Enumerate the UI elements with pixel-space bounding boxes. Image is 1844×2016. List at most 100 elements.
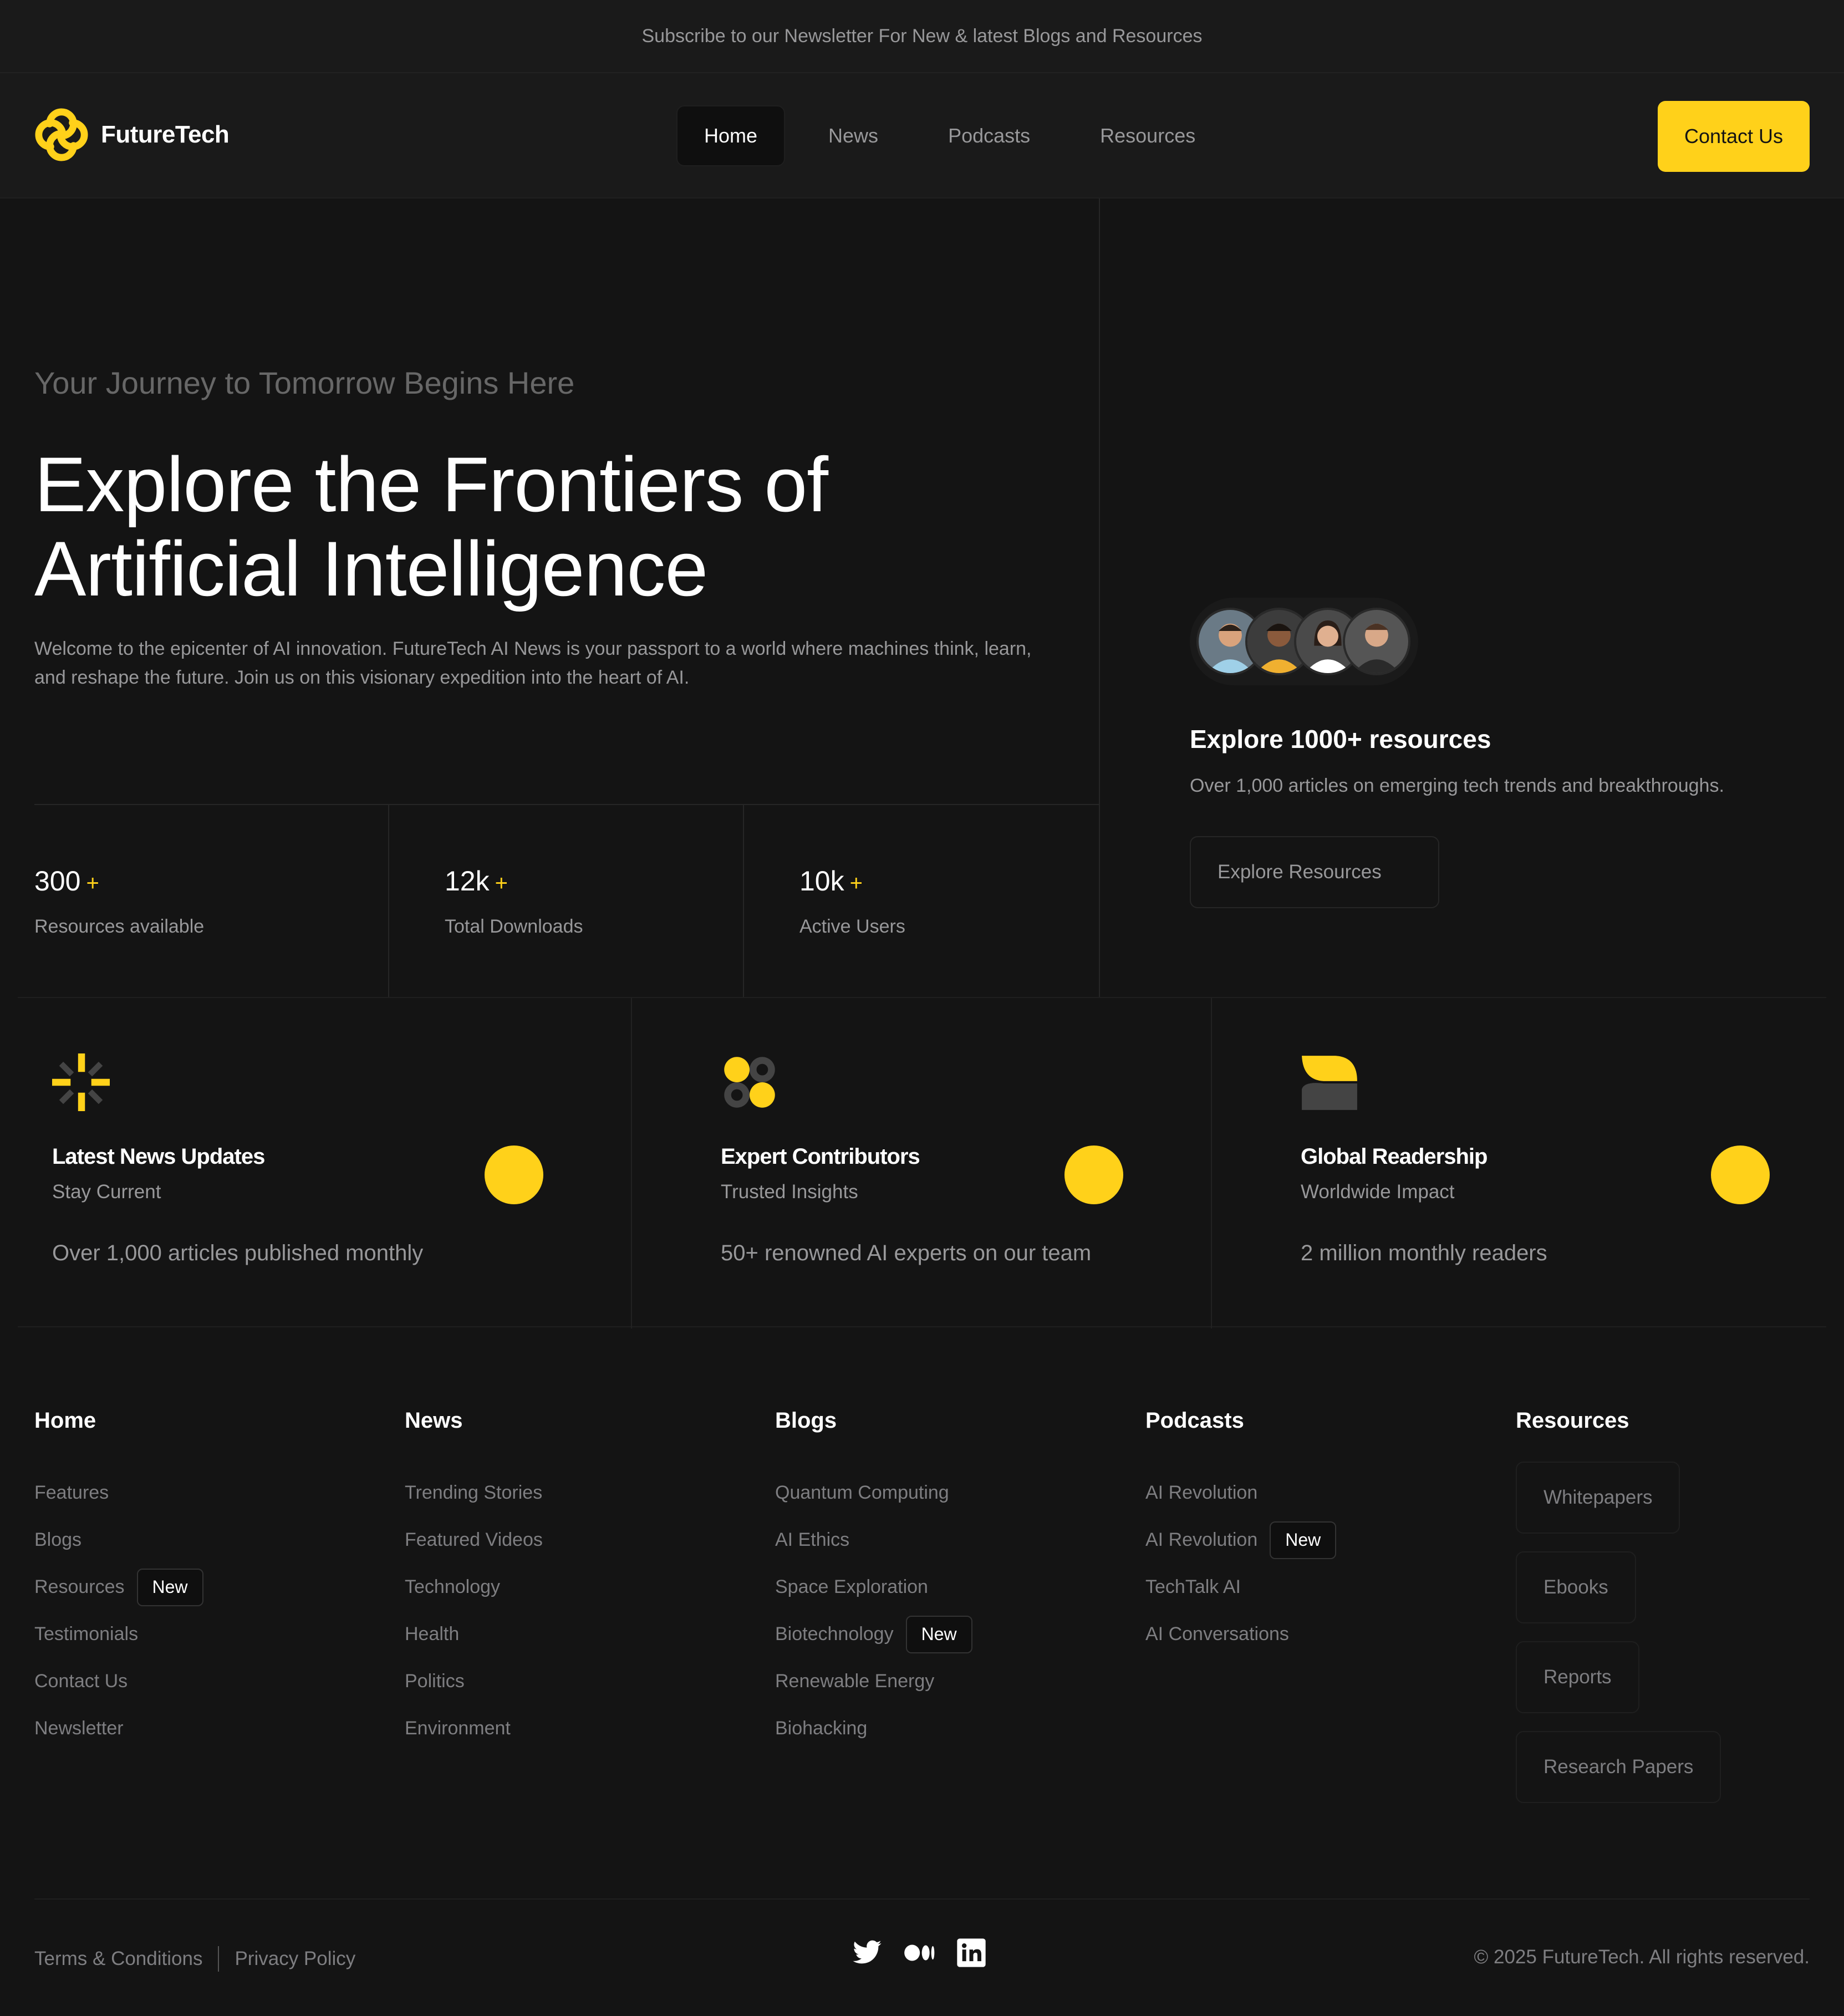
footer-link[interactable]: Features — [34, 1469, 203, 1516]
feature-latest-news: Latest News Updates Stay Current Over 1,… — [18, 998, 632, 1328]
contact-us-button[interactable]: Contact Us — [1658, 101, 1810, 172]
explore-resources-button[interactable]: Explore Resources — [1190, 836, 1439, 908]
nav-podcasts[interactable]: Podcasts — [921, 105, 1057, 166]
arrow-dot-button[interactable] — [485, 1146, 543, 1204]
footer-link[interactable]: Quantum Computing — [775, 1469, 972, 1516]
footer-link[interactable]: Environment — [405, 1705, 543, 1752]
footer-link-label[interactable]: AI Revolution — [1145, 1529, 1257, 1551]
resources-title: Explore 1000+ resources — [1190, 725, 1491, 754]
footer-col-home: Home Features Blogs Resources New Testimo… — [34, 1408, 203, 1752]
hero-section: Your Journey to Tomorrow Begins Here Exp… — [0, 198, 1100, 998]
footer-links: Home Features Blogs Resources New Testimo… — [34, 1408, 1810, 1830]
stat-label: Total Downloads — [445, 916, 583, 937]
clover-icon — [724, 1057, 775, 1108]
nav-home[interactable]: Home — [676, 105, 786, 166]
footer-link[interactable]: AI Ethics — [775, 1516, 972, 1564]
footer-link[interactable]: TechTalk AI — [1145, 1564, 1336, 1611]
arrow-dot-button[interactable] — [1064, 1146, 1123, 1204]
footer-link[interactable]: Newsletter — [34, 1705, 203, 1752]
resource-pill[interactable]: Reports — [1516, 1641, 1639, 1713]
footer-link[interactable]: Blogs — [34, 1516, 203, 1564]
footer-link-label[interactable]: Resources — [34, 1576, 125, 1598]
plus-sign: + — [495, 871, 508, 895]
feature-title: Expert Contributors — [721, 1144, 920, 1169]
footer-link[interactable]: Featured Videos — [405, 1516, 543, 1564]
resources-card: Explore 1000+ resources Over 1,000 artic… — [1101, 198, 1844, 997]
footer-link[interactable]: Health — [405, 1611, 543, 1658]
plus-sign: + — [86, 871, 99, 895]
feature-subtitle: Stay Current — [52, 1181, 161, 1203]
hero-description: Welcome to the epicenter of AI innovatio… — [34, 638, 1032, 688]
hero-title-line1: Explore the Frontiers of — [34, 441, 828, 528]
page: Subscribe to our Newsletter For New & la… — [0, 0, 1844, 2016]
stat-users: 10k + Active Users — [744, 805, 1099, 998]
footer-divider — [34, 1898, 1810, 1900]
futuretech-logo-icon — [35, 108, 88, 161]
feature-expert-contributors: Expert Contributors Trusted Insights 50+… — [632, 998, 1212, 1328]
footer-link[interactable]: AI Conversations — [1145, 1611, 1336, 1658]
person-icon — [1345, 610, 1408, 673]
copyright: © 2025 FutureTech. All rights reserved. — [1474, 1946, 1810, 1968]
logo[interactable]: FutureTech — [34, 108, 230, 162]
footer-link[interactable]: Renewable Energy — [775, 1658, 972, 1705]
separator — [218, 1946, 220, 1972]
sparkle-icon — [52, 1053, 110, 1111]
footer-link[interactable]: Technology — [405, 1564, 543, 1611]
social-links — [852, 1937, 987, 1968]
feature-global-readership: Global Readership Worldwide Impact 2 mil… — [1212, 998, 1826, 1328]
hero-title: Explore the Frontiers of Artificial Inte… — [34, 442, 1032, 611]
feature-subtitle: Trusted Insights — [721, 1181, 858, 1203]
feature-subtitle: Worldwide Impact — [1301, 1181, 1455, 1203]
resource-pill[interactable]: Research Papers — [1516, 1731, 1721, 1803]
stat-label: Active Users — [799, 916, 905, 937]
avatar-group — [1190, 598, 1418, 685]
medium-icon[interactable] — [904, 1937, 935, 1968]
feature-text: 50+ renowned AI experts on our team — [721, 1241, 1092, 1265]
stat-resources: 300 + Resources available — [34, 805, 389, 998]
leaf-icon — [1302, 1056, 1357, 1110]
footer-link[interactable]: Trending Stories — [405, 1469, 543, 1516]
twitter-icon[interactable] — [852, 1937, 883, 1968]
avatar — [1343, 608, 1410, 675]
footer-link[interactable]: Testimonials — [34, 1611, 203, 1658]
footer-link[interactable]: Politics — [405, 1658, 543, 1705]
stat-number: 300 — [34, 866, 81, 897]
footer-col-news: News Trending Stories Featured Videos Te… — [405, 1408, 543, 1752]
footer-heading[interactable]: News — [405, 1408, 543, 1435]
footer-heading[interactable]: Podcasts — [1145, 1408, 1336, 1435]
footer-link[interactable]: Contact Us — [34, 1658, 203, 1705]
banner-text[interactable]: Subscribe to our Newsletter For New & la… — [641, 26, 1202, 47]
footer-link-ai-revolution-new[interactable]: AI Revolution New — [1145, 1516, 1337, 1564]
stat-value: 300 + — [34, 865, 99, 897]
stats-row: 300 + Resources available 12k + Total Down… — [34, 804, 1100, 998]
feature-title: Latest News Updates — [52, 1144, 265, 1169]
nav-resources[interactable]: Resources — [1073, 105, 1222, 166]
footer-link-label[interactable]: Biotechnology — [775, 1623, 894, 1645]
footer-col-blogs: Blogs Quantum Computing AI Ethics Space … — [775, 1408, 972, 1752]
hero-title-line2: Artificial Intelligence — [34, 525, 708, 612]
feature-text: Over 1,000 articles published monthly — [52, 1241, 424, 1265]
legal-links: Terms & Conditions Privacy Policy — [34, 1946, 355, 1972]
privacy-link[interactable]: Privacy Policy — [235, 1948, 355, 1970]
footer-heading[interactable]: Resources — [1516, 1408, 1721, 1435]
resource-pill[interactable]: Ebooks — [1516, 1551, 1636, 1623]
footer-link-resources[interactable]: Resources New — [34, 1564, 203, 1611]
newsletter-banner[interactable]: Subscribe to our Newsletter For New & la… — [0, 0, 1844, 73]
new-badge: New — [905, 1615, 972, 1653]
footer-heading[interactable]: Home — [34, 1408, 203, 1435]
footer-link[interactable]: Biohacking — [775, 1705, 972, 1752]
footer-link-biotechnology[interactable]: Biotechnology New — [775, 1611, 972, 1658]
feature-text: 2 million monthly readers — [1301, 1241, 1547, 1265]
nav-links: Home News Podcasts Resources — [676, 105, 1239, 166]
resource-pill[interactable]: Whitepapers — [1516, 1462, 1680, 1534]
footer-link[interactable]: Space Exploration — [775, 1564, 972, 1611]
plus-sign: + — [849, 871, 863, 895]
linkedin-icon[interactable] — [956, 1937, 987, 1968]
footer-link[interactable]: AI Revolution — [1145, 1469, 1336, 1516]
new-badge: New — [136, 1568, 203, 1606]
footer-heading[interactable]: Blogs — [775, 1408, 972, 1435]
nav-news[interactable]: News — [802, 105, 905, 166]
terms-link[interactable]: Terms & Conditions — [34, 1948, 202, 1970]
footer-col-podcasts: Podcasts AI Revolution AI Revolution New … — [1145, 1408, 1337, 1658]
arrow-dot-button[interactable] — [1711, 1146, 1770, 1204]
